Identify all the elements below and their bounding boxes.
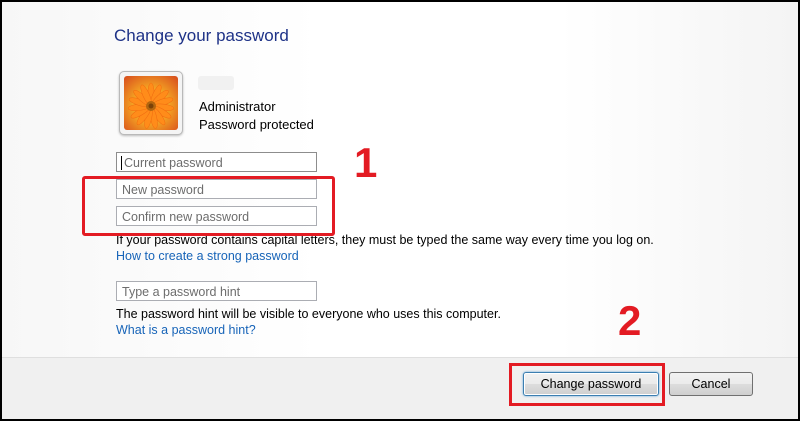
step-2-label: 2 — [618, 297, 642, 344]
blurred-user-name — [198, 76, 234, 90]
password-hint-input[interactable]: Type a password hint — [116, 281, 317, 301]
page-title: Change your password — [114, 26, 289, 45]
highlight-change-button — [509, 363, 665, 406]
highlight-password-fields — [82, 176, 335, 236]
current-password-input[interactable]: Current password — [116, 152, 317, 172]
password-hint-placeholder: Type a password hint — [122, 285, 241, 299]
current-password-placeholder: Current password — [124, 156, 223, 170]
user-avatar — [119, 71, 183, 135]
strong-password-link[interactable]: How to create a strong password — [116, 249, 299, 263]
password-hint-link[interactable]: What is a password hint? — [116, 323, 256, 337]
cancel-button[interactable]: Cancel — [669, 372, 753, 396]
account-name: Administrator — [199, 99, 276, 114]
screenshot-frame: Change your password Administrator Passw… — [0, 0, 800, 421]
hint-note: The password hint will be visible to eve… — [116, 307, 501, 321]
flower-picture-icon — [124, 76, 178, 130]
account-status: Password protected — [199, 117, 314, 132]
step-1-label: 1 — [354, 139, 378, 186]
text-cursor — [121, 156, 122, 170]
